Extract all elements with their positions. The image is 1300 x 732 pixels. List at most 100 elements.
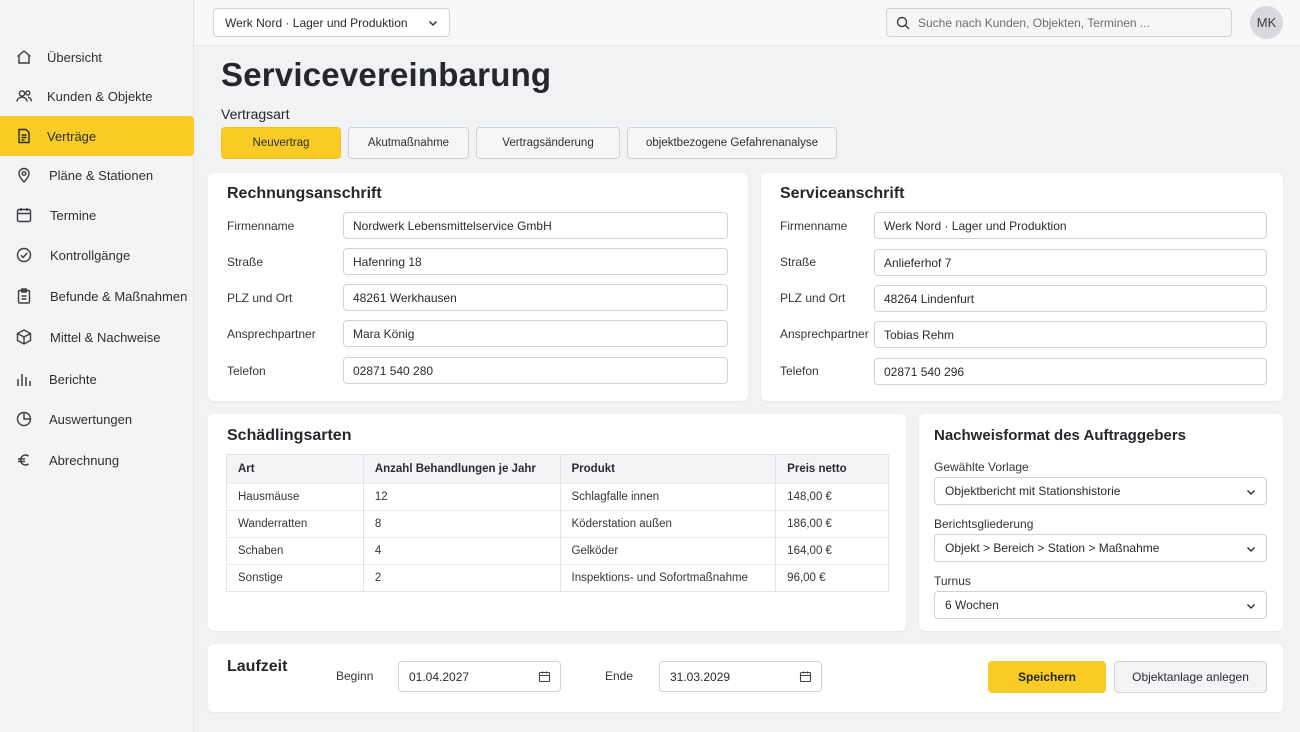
search-input[interactable] [918,14,1218,32]
pests-title: Schädlingsarten [227,427,352,444]
home-icon [15,48,33,66]
table-cell: Gelköder [560,537,777,565]
sidebar-item-berichte[interactable]: Berichte [0,359,194,399]
billing-contact-field[interactable]: Mara König [343,320,728,347]
sidebar-item-uebersicht[interactable]: Übersicht [0,37,194,77]
service-company-field[interactable]: Werk Nord · Lager und Produktion [874,212,1267,239]
sidebar-item-label: Kunden & Objekte [47,88,153,104]
sidebar-item-auswertungen[interactable]: Auswertungen [0,399,194,439]
end-date-label: Ende [605,669,634,683]
sidebar-item-label: Berichte [49,371,97,387]
location-select-value: Werk Nord · Lager und Produktion [225,15,408,30]
start-date-value: 01.04.2027 [409,669,470,684]
search-icon [896,16,910,30]
start-date-label: Beginn [336,669,374,683]
table-row[interactable]: Hausmäuse 12 Schlagfalle innen 148,00 € [226,483,889,511]
table-cell: Köderstation außen [560,510,777,538]
table-cell: 96,00 € [775,564,889,592]
structure-label: Berichtsgliederung [934,517,1034,531]
check-circle-icon [15,246,33,264]
table-cell: Schaben [226,537,364,565]
document-icon [15,127,33,145]
location-select[interactable]: Werk Nord · Lager und Produktion [213,8,450,37]
billing-phone-label: Telefon [227,364,266,378]
map-pin-icon [15,166,33,184]
clipboard-icon [15,287,33,305]
service-street-field[interactable]: Anlieferhof 7 [874,249,1267,276]
sidebar-item-termine[interactable]: Termine [0,195,194,235]
euro-icon [15,451,33,469]
sidebar-item-label: Pläne & Stationen [49,167,154,183]
save-button[interactable]: Speichern [988,661,1106,693]
column-header: Produkt [560,454,777,484]
table-cell: 4 [363,537,561,565]
chevron-down-icon [1245,486,1257,498]
end-date-field[interactable]: 31.03.2029 [659,661,822,692]
box-icon [15,328,33,346]
template-select-value: Objektbericht mit Stationshistorie [945,484,1121,498]
table-row[interactable]: Schaben 4 Gelköder 164,00 € [226,537,889,565]
billing-phone-field[interactable]: 02871 540 280 [343,357,728,384]
service-phone-field[interactable]: 02871 540 296 [874,358,1267,385]
sidebar-item-abrechnung[interactable]: Abrechnung [0,440,194,480]
sidebar-item-kunden[interactable]: Kunden & Objekte [0,76,194,116]
billing-city-label: PLZ und Ort [227,291,293,305]
chevron-down-icon [1245,600,1257,612]
start-date-field[interactable]: 01.04.2027 [398,661,561,692]
sidebar-item-label: Termine [50,207,97,223]
bar-chart-icon [15,370,33,388]
service-address-title: Serviceanschrift [780,185,905,202]
structure-select-value: Objekt > Bereich > Station > Maßnahme [945,541,1160,555]
column-header: Anzahl Behandlungen je Jahr [363,454,561,484]
calendar-icon[interactable] [799,670,812,683]
service-city-label: PLZ und Ort [780,291,846,305]
table-row[interactable]: Wanderratten 8 Köderstation außen 186,00… [226,510,889,538]
create-object-button[interactable]: Objektanlage anlegen [1114,661,1267,693]
table-cell: 148,00 € [775,483,889,511]
table-row[interactable]: Sonstige 2 Inspektions- und Sofortmaßnah… [226,564,889,592]
sidebar-item-kontrollgaenge[interactable]: Kontrollgänge [0,235,194,275]
sidebar: Übersicht Kunden & Objekte Verträge Plän… [0,0,194,732]
billing-street-field[interactable]: Hafenring 18 [343,248,728,275]
chevron-down-icon [1245,543,1257,555]
service-contact-field[interactable]: Tobias Rehm [874,321,1267,348]
table-cell: 164,00 € [775,537,889,565]
chevron-down-icon [427,17,439,29]
service-address-card: Serviceanschrift Firmenname Werk Nord · … [761,173,1283,401]
interval-label: Turnus [934,574,971,588]
pests-card: Schädlingsarten Art Anzahl Behandlungen … [208,414,906,631]
users-icon [15,87,33,105]
pie-chart-icon [15,410,33,428]
billing-company-field[interactable]: Nordwerk Lebensmittelservice GmbH [343,212,728,239]
report-format-title: Nachweisformat des Auftraggebers [934,427,1187,444]
sidebar-item-befunde[interactable]: Befunde & Maßnahmen [0,276,194,316]
end-date-value: 31.03.2029 [670,669,731,684]
sidebar-item-mittel[interactable]: Mittel & Nachweise [0,317,194,357]
contract-type-vertragsaenderung[interactable]: Vertragsänderung [476,127,620,159]
table-cell: 12 [363,483,561,511]
column-header: Preis netto [775,454,889,484]
term-title: Laufzeit [227,658,288,675]
structure-select[interactable]: Objekt > Bereich > Station > Maßnahme [934,534,1267,562]
interval-select-value: 6 Wochen [945,598,999,612]
term-card: Laufzeit Beginn 01.04.2027 Ende 31.03.20… [208,644,1283,712]
table-cell: 2 [363,564,561,592]
template-select[interactable]: Objektbericht mit Stationshistorie [934,477,1267,505]
billing-city-field[interactable]: 48261 Werkhausen [343,284,728,311]
sidebar-item-vertraege[interactable]: Verträge [0,116,194,156]
search-box [886,8,1232,37]
service-contact-label: Ansprechpartner [780,327,869,341]
table-cell: Sonstige [226,564,364,592]
sidebar-item-plaene[interactable]: Pläne & Stationen [0,155,194,195]
service-city-field[interactable]: 48264 Lindenfurt [874,285,1267,312]
billing-company-label: Firmenname [227,219,295,233]
calendar-icon[interactable] [538,670,551,683]
sidebar-item-label: Befunde & Maßnahmen [50,288,188,304]
service-company-label: Firmenname [780,219,848,233]
contract-type-neuvertrag[interactable]: Neuvertrag [221,127,341,159]
interval-select[interactable]: 6 Wochen [934,591,1267,619]
table-cell: Hausmäuse [226,483,364,511]
contract-type-akutmassnahme[interactable]: Akutmaßnahme [348,127,469,159]
contract-type-gefahrenanalyse[interactable]: objektbezogene Gefahrenanalyse [627,127,837,159]
avatar[interactable]: MK [1250,6,1283,39]
